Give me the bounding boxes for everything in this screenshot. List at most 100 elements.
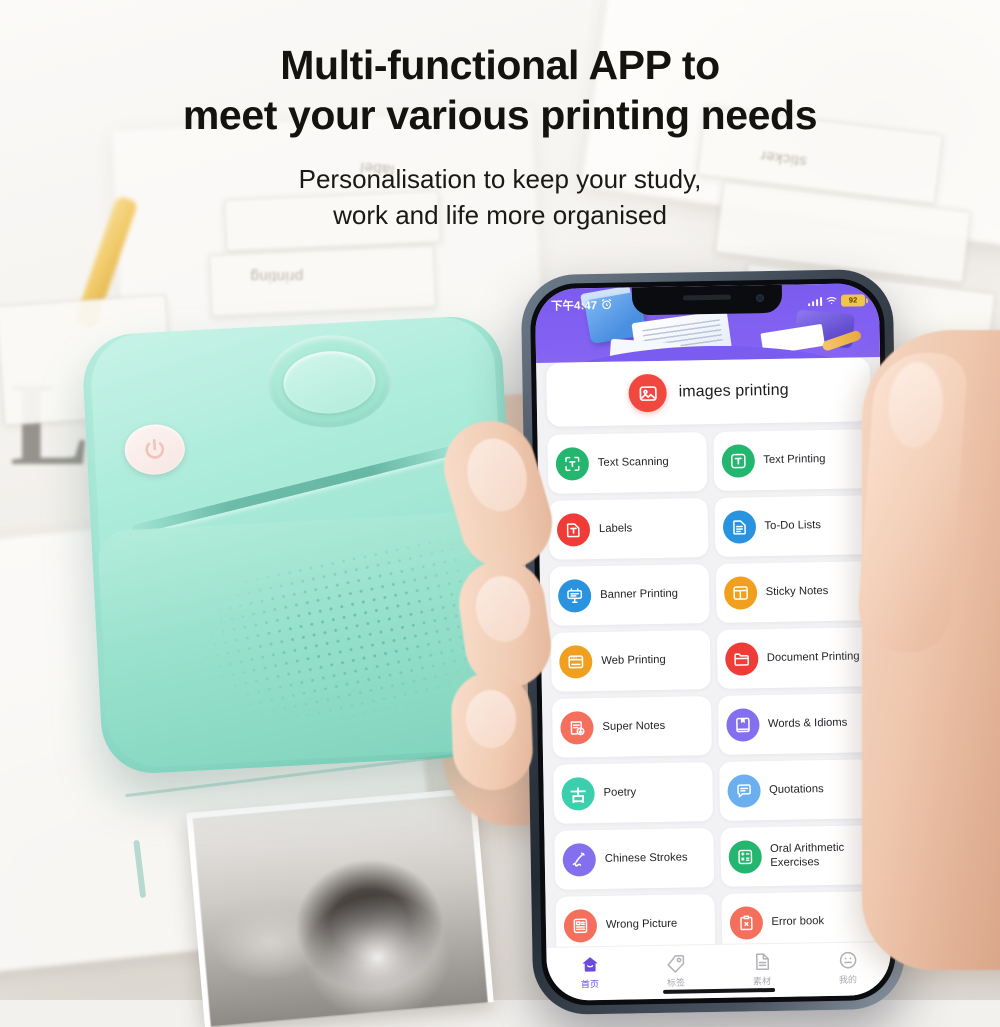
- tab-label: 我的: [838, 975, 858, 986]
- status-bar-left: 下午4:47: [551, 296, 613, 313]
- tile-label: Text Printing: [763, 452, 826, 466]
- phone-notch: [631, 284, 783, 316]
- feature-grid: Text Scanning Text Printing Labels To-Do…: [547, 429, 881, 947]
- tab-home[interactable]: 首页: [579, 954, 601, 990]
- tile-error-book[interactable]: Error book: [720, 891, 881, 947]
- tab-profile[interactable]: 我的: [837, 949, 859, 985]
- tag-icon: [667, 954, 684, 973]
- tag-page-icon: [566, 523, 580, 538]
- tile-label: Wrong Picture: [605, 917, 678, 931]
- tile-label: Poetry: [603, 786, 637, 799]
- layout-grid-icon: [732, 586, 748, 600]
- browser-window-icon: [559, 645, 593, 679]
- battery-level: 92: [848, 295, 858, 305]
- tile-label: Oral Arithmetic Exercises: [770, 841, 845, 869]
- tab-label: 首页: [580, 979, 600, 990]
- pen-stroke-icon: [572, 852, 585, 867]
- tile-label: To-Do Lists: [764, 518, 822, 532]
- bookmark-book-icon: [735, 717, 750, 733]
- tile-label: Text Scanning: [597, 455, 669, 469]
- tile-document-printing[interactable]: Document Printing: [716, 627, 876, 689]
- tab-label: 标签: [666, 978, 686, 989]
- tile-text-printing[interactable]: Text Printing: [712, 429, 873, 491]
- label-tag-icon: [556, 513, 591, 547]
- tile-banner-printing[interactable]: Banner Printing: [549, 564, 710, 626]
- tile-label: Quotations: [768, 782, 824, 796]
- poetry-gu-icon: 古: [561, 777, 595, 811]
- earpiece-speaker: [682, 294, 732, 301]
- printer-round-button-ring: [265, 332, 394, 431]
- tile-label: Super Notes: [602, 719, 666, 733]
- status-bar-right: 92: [807, 293, 866, 307]
- power-button[interactable]: [123, 423, 187, 477]
- tab-materials[interactable]: 素材: [751, 951, 773, 987]
- tile-label: Chinese Strokes: [604, 851, 688, 865]
- printer-dot-texture: [175, 531, 493, 748]
- folder-icon: [724, 642, 759, 676]
- wrong-picture-icon: [563, 909, 598, 943]
- printed-photo-image: [192, 794, 488, 1027]
- gu-character: 古: [569, 785, 587, 806]
- wifi-icon: [826, 297, 837, 305]
- status-time: 下午4:47: [551, 299, 598, 313]
- tile-label: Banner Printing: [600, 587, 679, 601]
- battery-icon: 92: [840, 293, 866, 307]
- tile-poetry[interactable]: 古 Poetry: [553, 762, 713, 824]
- clipboard-x-icon: [739, 915, 753, 931]
- tile-labels[interactable]: Labels: [548, 498, 709, 560]
- text-scan-icon: [555, 447, 590, 481]
- sticky-notes-icon: [723, 576, 757, 610]
- marketing-headline-block: Multi-functional APP to meet your variou…: [0, 40, 1000, 234]
- subtitle-line-1: Personalisation to keep your study,: [298, 164, 702, 195]
- signboard-icon: [567, 588, 583, 604]
- book-icon: [725, 708, 760, 742]
- window-icon: [568, 655, 584, 669]
- page-subtitle: Personalisation to keep your study, work…: [0, 162, 1000, 234]
- calculator-icon: [727, 840, 762, 874]
- profile-icon: [839, 951, 856, 968]
- material-icon: [755, 952, 769, 970]
- headline-line-2: meet your various printing needs: [182, 92, 818, 139]
- background-label-strip: [208, 245, 437, 317]
- banner-sign-icon: [557, 579, 592, 613]
- speech-bubble-icon: [736, 784, 751, 798]
- tile-words-idioms[interactable]: Words & Idioms: [717, 693, 877, 755]
- featured-images-printing-card[interactable]: images printing: [546, 357, 872, 427]
- tile-super-notes[interactable]: Super Notes: [551, 696, 712, 758]
- document-lines-icon: [732, 520, 746, 535]
- quote-bubble-icon: [726, 774, 761, 808]
- image-printing-icon: [628, 373, 667, 413]
- featured-label: images printing: [678, 381, 789, 401]
- tile-todo-lists[interactable]: To-Do Lists: [713, 495, 874, 557]
- background-blur-text: printing: [250, 268, 304, 285]
- note-download-icon: [560, 711, 594, 745]
- printer-feed-button[interactable]: [281, 348, 378, 416]
- tile-text-scanning[interactable]: Text Scanning: [547, 432, 707, 494]
- bottom-tab-bar: 首页 标签 素材 我的: [546, 940, 892, 1001]
- tile-label: Document Printing: [766, 650, 860, 664]
- error-book-icon: [729, 906, 763, 940]
- tile-wrong-picture[interactable]: Wrong Picture: [555, 894, 715, 947]
- phone-bezel: 下午4:47 92 images printing Text Scanning …: [529, 277, 897, 1007]
- tile-chinese-strokes[interactable]: Chinese Strokes: [554, 828, 714, 890]
- image-icon: [639, 385, 657, 401]
- tab-tags[interactable]: 标签: [665, 952, 687, 988]
- home-icon: [582, 956, 597, 972]
- app-content: images printing Text Scanning Text Print…: [536, 357, 891, 947]
- smartphone-mockup: 下午4:47 92 images printing Text Scanning …: [520, 268, 906, 1016]
- subtitle-line-2: work and life more organised: [333, 199, 667, 230]
- power-icon: [145, 439, 165, 459]
- alarm-icon: [601, 298, 612, 310]
- tile-oral-arithmetic[interactable]: Oral Arithmetic Exercises: [719, 825, 880, 887]
- headline-line-1: Multi-functional APP to: [280, 42, 720, 88]
- text-print-icon: [721, 444, 755, 478]
- todo-doc-icon: [722, 510, 756, 544]
- tile-quotations[interactable]: Quotations: [718, 759, 879, 821]
- tile-label: Labels: [598, 522, 633, 535]
- tile-web-printing[interactable]: Web Printing: [550, 630, 711, 692]
- note-arrow-icon: [570, 721, 585, 736]
- tile-label: Words & Idioms: [767, 716, 848, 730]
- phone-frame: 下午4:47 92 images printing Text Scanning …: [520, 268, 906, 1016]
- tile-sticky-notes[interactable]: Sticky Notes: [715, 561, 875, 623]
- printed-photo: [186, 787, 494, 1027]
